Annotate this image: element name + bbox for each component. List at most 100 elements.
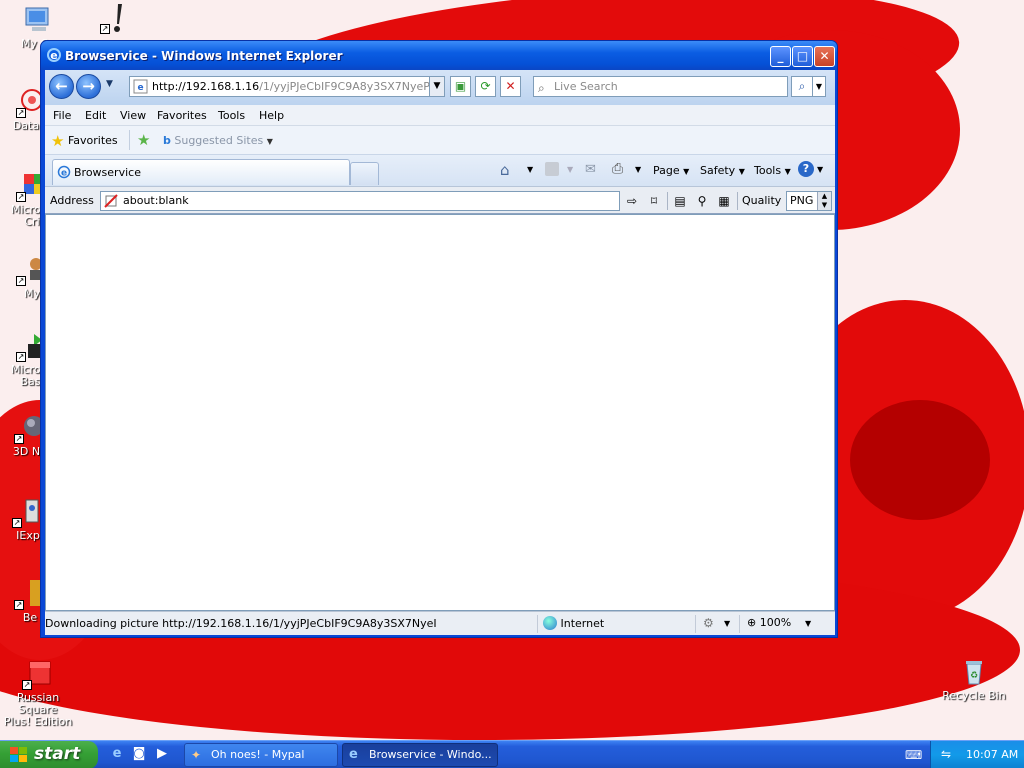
search-input[interactable]: ⌕ Live Search: [533, 76, 788, 97]
divider: [739, 615, 740, 633]
menu-favorites[interactable]: Favorites: [157, 109, 207, 122]
chevron-down-icon[interactable]: ▼: [527, 165, 533, 174]
navigation-bar: ← → ▼ e http://192.168.1.16/1/yyjPJeCbIF…: [45, 70, 835, 105]
shortcut-arrow-icon: ↗: [16, 192, 26, 202]
stop-button[interactable]: ✕: [500, 76, 521, 97]
svg-text:e: e: [50, 49, 57, 62]
tools-menu[interactable]: Tools ▼: [754, 164, 791, 177]
menu-file[interactable]: File: [53, 109, 71, 122]
favorites-button[interactable]: ★ Favorites: [51, 132, 118, 150]
network-icon[interactable]: ⇋: [941, 747, 951, 761]
minimize-button[interactable]: _: [770, 46, 791, 67]
address-label: Address: [50, 194, 94, 207]
suggested-sites-button[interactable]: b Suggested Sites ▼: [163, 134, 273, 147]
chevron-down-icon[interactable]: ▼: [817, 165, 823, 174]
svg-text:♻: ♻: [970, 671, 978, 681]
clock[interactable]: 10:07 AM: [966, 748, 1018, 761]
url-dropdown-button[interactable]: ▼: [429, 76, 445, 97]
chevron-down-icon[interactable]: ▼: [635, 165, 641, 174]
ie-page-icon: e: [57, 165, 71, 182]
search-icon: ⌕: [538, 81, 545, 95]
url-field[interactable]: e http://192.168.1.16/1/yyjPJeCbIF9C9A8y…: [129, 76, 445, 97]
clipboard-icon[interactable]: ▦: [715, 193, 733, 210]
menu-tools[interactable]: Tools: [218, 109, 245, 122]
address-field[interactable]: about:blank: [100, 191, 620, 211]
desktop-icon-exclaim[interactable]: ↗: [76, 2, 156, 36]
shortcut-arrow-icon: ↗: [12, 518, 22, 528]
compatibility-view-button[interactable]: ▣: [450, 76, 471, 97]
ie-taskbar-icon: e: [349, 747, 358, 762]
refresh-button[interactable]: ⟳: [475, 76, 496, 97]
recycle-bin-icon: ♻: [958, 656, 990, 688]
divider: [537, 615, 538, 633]
back-button[interactable]: ←: [49, 74, 74, 99]
read-mail-icon[interactable]: ✉: [585, 162, 596, 177]
go-arrow-icon[interactable]: ⇨: [623, 193, 641, 210]
wallpaper-shape: [850, 400, 990, 520]
new-tab-button[interactable]: [350, 162, 379, 185]
shortcut-arrow-icon: ↗: [16, 276, 26, 286]
taskbar-item-mypal[interactable]: ✦ Oh noes! - Mypal: [184, 743, 338, 767]
quicklaunch-media-player-icon[interactable]: ▶: [153, 746, 171, 764]
start-label: start: [34, 744, 81, 764]
quality-spinner[interactable]: ▲ ▼: [817, 192, 831, 210]
url-path: /1/yyjPJeCbIF9C9A8y3SX7NyePmC: [259, 80, 445, 93]
page-menu[interactable]: Page ▼: [653, 164, 689, 177]
search-placeholder: Live Search: [554, 80, 618, 93]
help-icon[interactable]: ?: [798, 161, 814, 177]
menu-help[interactable]: Help: [259, 109, 284, 122]
bookmarks-list-icon[interactable]: ▤: [671, 193, 689, 210]
quicklaunch-explorer-icon[interactable]: ◙: [130, 746, 148, 764]
desktop-icon-recycle-bin[interactable]: ♻ Recycle Bin: [934, 656, 1014, 702]
quicklaunch-ie-icon[interactable]: e: [108, 746, 126, 764]
protected-mode-icon[interactable]: ⚙: [703, 616, 714, 630]
window-title: Browservice - Windows Internet Explorer: [65, 49, 343, 63]
svg-text:e: e: [61, 169, 67, 179]
feeds-icon[interactable]: [545, 162, 559, 176]
my-computer-icon: [22, 4, 54, 36]
bookmark-icon[interactable]: ⌑: [645, 193, 663, 210]
close-button[interactable]: ✕: [814, 46, 835, 67]
bing-icon: b: [163, 134, 171, 147]
forward-button[interactable]: →: [76, 74, 101, 99]
internet-zone[interactable]: Internet: [543, 616, 604, 630]
add-to-favorites-icon[interactable]: ★: [137, 131, 150, 149]
chevron-down-icon[interactable]: ▼: [724, 619, 730, 628]
desktop-icon-russian-square[interactable]: ↗ Russian Square Plus! Edition: [0, 658, 78, 728]
shortcut-arrow-icon: ↗: [16, 108, 26, 118]
window-titlebar[interactable]: e Browservice - Windows Internet Explore…: [41, 41, 837, 70]
start-button[interactable]: start: [0, 741, 98, 768]
favorites-bar: ★ Favorites ★ b Suggested Sites ▼: [45, 126, 835, 155]
taskbar-item-browservice[interactable]: e Browservice - Windo...: [342, 743, 498, 767]
system-tray: ⇋ 10:07 AM: [930, 741, 1024, 768]
maximize-button[interactable]: □: [792, 46, 813, 67]
page-content[interactable]: [45, 214, 835, 611]
shortcut-arrow-icon: ↗: [14, 434, 24, 444]
quality-selector[interactable]: PNG ▲ ▼: [786, 191, 832, 211]
browser-window: e Browservice - Windows Internet Explore…: [40, 40, 838, 638]
search-button[interactable]: ⌕: [791, 76, 813, 97]
shortcut-arrow-icon: ↗: [14, 600, 24, 610]
menu-edit[interactable]: Edit: [85, 109, 106, 122]
browservice-address-bar: Address about:blank ⇨ ⌑ ▤ ⚲ ▦ Quality PN…: [45, 186, 835, 214]
quality-label: Quality: [742, 194, 782, 207]
chevron-down-icon: ▼: [567, 165, 574, 174]
status-bar: Downloading picture http://192.168.1.16/…: [45, 611, 835, 635]
zoom-control[interactable]: ⊕ 100%: [747, 616, 791, 629]
url-host: http://192.168.1.16: [152, 80, 260, 93]
chevron-down-icon: ▼: [266, 137, 273, 146]
chevron-down-icon: ▼: [738, 167, 745, 176]
find-icon[interactable]: ⚲: [693, 193, 711, 210]
chevron-down-icon: ▼: [784, 167, 791, 176]
print-icon[interactable]: ⎙: [612, 161, 623, 177]
menu-view[interactable]: View: [120, 109, 146, 122]
home-icon[interactable]: ⌂: [500, 161, 510, 179]
recent-pages-dropdown-icon[interactable]: ▼: [106, 79, 113, 89]
page-icon: e: [133, 79, 148, 94]
chevron-down-icon[interactable]: ▼: [805, 619, 811, 628]
tab-browservice[interactable]: e Browservice: [52, 159, 350, 185]
safety-menu[interactable]: Safety ▼: [700, 164, 745, 177]
search-options-button[interactable]: ▼: [812, 76, 826, 97]
keyboard-icon[interactable]: ⌨: [905, 748, 922, 762]
menu-bar: File Edit View Favorites Tools Help: [45, 105, 835, 126]
